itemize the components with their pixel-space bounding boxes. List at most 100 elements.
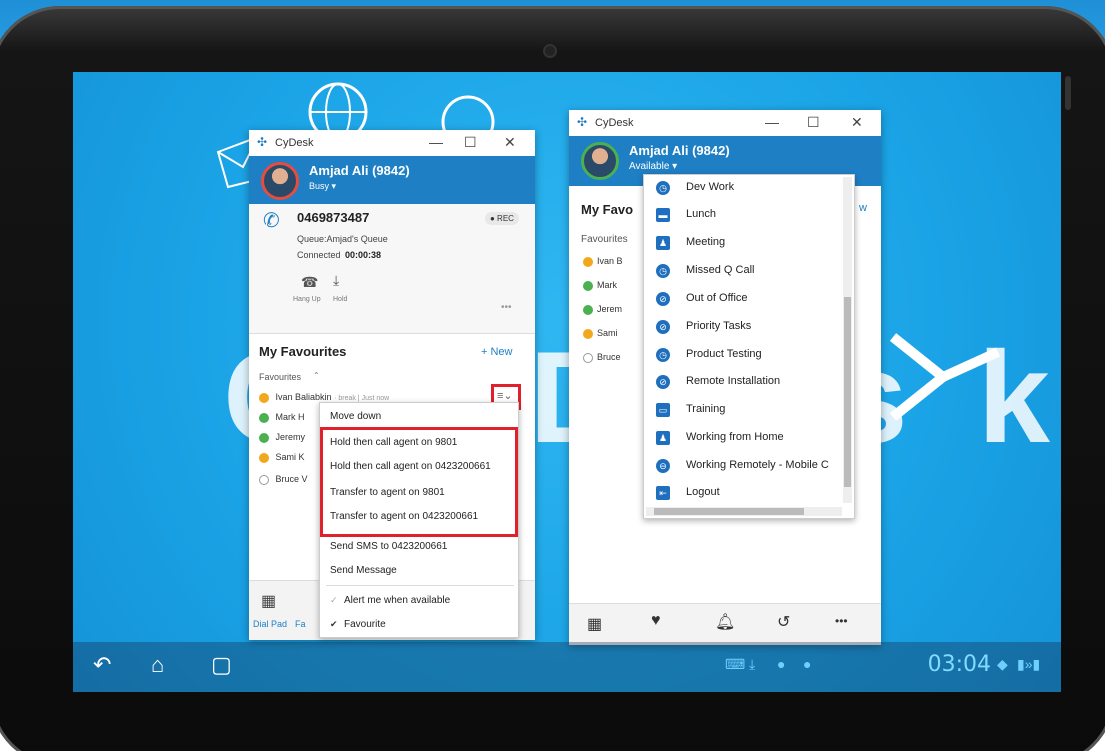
user-header: Amjad Ali (9842) Busy ▾ [249,156,535,204]
hangup-label[interactable]: Hang Up [293,296,321,303]
menu-send-sms[interactable]: Send SMS to 0423200661 [330,541,447,552]
favourites-group-toggle[interactable]: Favourites [259,372,301,382]
favourite-name: Ivan Baliabkin [275,392,332,402]
status-menu: ◷ Dev Work ▬ Lunch ♟ Meeting ◷ Missed Q … [643,174,855,519]
status-option[interactable]: Priority Tasks [686,320,751,332]
meeting-icon: ♟ [656,236,670,250]
keyboard-icon: ⌨ [725,656,746,672]
status-dot [259,432,269,443]
window-footer: ▦ ♥ 🔔︎ ↺ ••• [569,603,881,645]
status-dot [259,392,269,403]
vertical-scrollbar[interactable] [843,177,852,503]
favourite-item[interactable]: Sami K [259,452,305,466]
dialpad-label[interactable]: Dial Pad [253,619,287,629]
status-dropdown[interactable]: Busy ▾ [309,181,336,192]
cydesk-logo-icon: ✣ [257,135,268,149]
favourite-item[interactable]: Mark H [259,412,305,426]
hangup-icon[interactable]: ☎ [301,274,318,291]
maximize-button[interactable]: ☐ [464,134,477,151]
more-icon[interactable]: ••• [501,302,512,313]
status-option[interactable]: Meeting [686,236,725,248]
window-titlebar: ✣ CyDesk — ☐ ✕ [249,130,535,156]
connected-label: Connected [297,250,341,260]
status-dropdown[interactable]: Available ▾ [629,161,677,172]
status-option[interactable]: Lunch [686,208,716,220]
hold-icon[interactable]: ⤓ [333,272,339,289]
status-dot [583,280,593,291]
item-menu-icon[interactable]: ≡⌄ [497,389,513,402]
cydesk-logo-icon: ✣ [577,115,588,129]
close-button[interactable]: ✕ [851,114,863,131]
status-option[interactable]: Product Testing [686,348,762,360]
favourites-tab-label[interactable]: Fa [295,619,306,629]
status-option[interactable]: Out of Office [686,292,748,304]
new-favourite-button[interactable]: + New [481,346,513,358]
horizontal-scrollbar[interactable] [646,507,842,516]
menu-send-message[interactable]: Send Message [330,565,397,576]
menu-alert-when-available[interactable]: Alert me when available [344,595,450,606]
favourite-item[interactable]: Mark [583,280,617,294]
status-dot [583,256,593,267]
minimize-button[interactable]: — [429,134,443,150]
status-dot [583,304,593,315]
app-notification-icon: ● [777,656,786,672]
status-dot [259,474,269,485]
scrollbar-thumb[interactable] [654,508,804,515]
menu-move-down[interactable]: Move down [330,411,381,422]
user-name: Amjad Ali (9842) [309,163,410,178]
maximize-button[interactable]: ☐ [807,114,820,131]
favourite-item[interactable]: Ivan B [583,256,623,270]
app-notification-icon: ● [803,656,812,672]
favourite-name: Sami K [275,452,305,462]
avatar[interactable] [261,162,299,200]
minimize-button[interactable]: — [765,114,779,130]
status-option[interactable]: Working Remotely - Mobile C [686,459,829,471]
avatar[interactable] [581,142,619,180]
new-favourite-button[interactable]: w [859,202,867,214]
bell-icon[interactable]: 🔔︎ [715,612,735,632]
favourites-group-toggle[interactable]: Favourites [581,234,628,245]
call-duration: 00:00:38 [345,250,382,260]
clock-icon: ◷ [656,181,670,195]
favourite-item[interactable]: Jeremy [259,432,305,446]
close-button[interactable]: ✕ [504,134,516,151]
highlight-call-transfer-options [320,427,518,537]
history-icon[interactable]: ↺ [777,612,790,632]
scrollbar-thumb[interactable] [844,297,851,487]
window-title: CyDesk [275,137,314,149]
status-option[interactable]: Dev Work [686,181,734,193]
status-option[interactable]: Missed Q Call [686,264,754,276]
favourite-name: Sami [597,328,618,338]
menu-favourite[interactable]: Favourite [344,619,386,630]
hold-label[interactable]: Hold [333,296,347,303]
status-dot [583,328,593,339]
favourite-name: Jeremy [275,432,306,442]
status-option[interactable]: Working from Home [686,431,784,443]
favourite-item[interactable]: Jerem [583,304,622,318]
favourite-name: Jerem [597,304,623,314]
favourites-title: My Favourites [259,344,347,359]
status-option[interactable]: Remote Installation [686,375,780,387]
out-of-office-icon: ⊘ [656,292,670,306]
back-icon[interactable]: ↶ [93,652,111,678]
dialpad-icon[interactable]: ▦ [261,591,276,611]
tablet-screen: CyDesk ✣ CyDesk — ☐ ✕ Amjad Ali (9842) B… [73,72,1061,692]
favourite-item[interactable]: Sami [583,328,618,342]
favourite-name: Ivan B [597,256,623,266]
favourite-item[interactable]: Bruce [583,352,621,366]
dialpad-icon[interactable]: ▦ [587,614,602,634]
more-icon[interactable]: ••• [835,614,848,628]
rec-badge[interactable]: ● REC [485,212,519,225]
favourite-item[interactable]: Bruce V [259,474,308,488]
recent-apps-icon[interactable]: ▢ [211,652,232,678]
phone-sketch-icon [889,333,1001,421]
wifi-icon: ◆ [997,656,1008,672]
clock: 03:04 [927,652,991,677]
clock-icon: ◷ [656,264,670,278]
download-icon: ⤓ [749,656,756,672]
status-option[interactable]: Training [686,403,725,415]
home-icon[interactable]: ⌂ [151,652,164,678]
call-number: 0469873487 [297,210,370,225]
heart-icon[interactable]: ♥ [651,612,661,630]
status-option[interactable]: Logout [686,486,720,498]
